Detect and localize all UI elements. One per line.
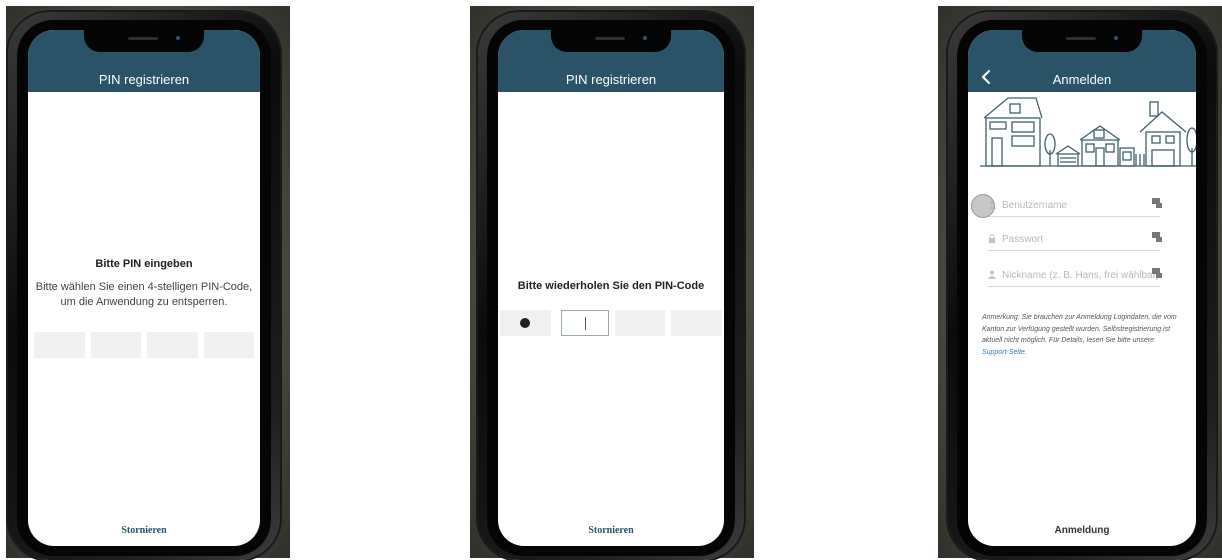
username-field[interactable]: Benutzername [988, 196, 1162, 217]
username-placeholder: Benutzername [1002, 200, 1068, 211]
notch [84, 30, 204, 52]
notch [1022, 30, 1142, 52]
cancel-button[interactable]: Stornieren [28, 525, 260, 536]
password-placeholder: Passwort [1002, 234, 1044, 245]
prompt-description: Bitte wählen Sie einen 4-stelligen PIN-C… [35, 281, 253, 308]
nickname-field[interactable]: Nickname (z. B. Hans, frei wählbar) [988, 266, 1162, 287]
phone-frame: PIN registrieren Bitte wiederholen Sie d… [478, 12, 744, 560]
pin-digit-box[interactable] [671, 310, 723, 336]
login-button[interactable]: Anmeldung [968, 525, 1196, 536]
header-title: Anmelden [1052, 72, 1112, 87]
pin-digit-box[interactable] [34, 332, 85, 358]
support-page-link[interactable]: Support-Seite [982, 349, 1025, 356]
lock-icon [989, 234, 995, 243]
screen-pin-register: PIN registrieren Bitte PIN eingeben Bitt… [28, 30, 260, 546]
touch-indicator [971, 194, 995, 218]
pin-filled-dot [520, 318, 531, 328]
phone-frame: Anmelden Benutzername Passwort Nickname … [948, 12, 1216, 560]
keyboard-icon[interactable] [1152, 198, 1162, 208]
screen-login: Anmelden Benutzername Passwort Nickname … [968, 30, 1196, 546]
pin-digit-box-filled[interactable] [500, 310, 551, 336]
houses-illustration [980, 97, 1196, 167]
phone-frame: PIN registrieren Bitte PIN eingeben Bitt… [8, 12, 280, 560]
pin-digit-box[interactable] [203, 332, 254, 358]
note-text: Anmerkung: Sie brauchen zur Anmeldung Lo… [982, 314, 1177, 344]
text-caret [584, 317, 586, 330]
password-field[interactable]: Passwort [988, 230, 1162, 251]
pin-input-row [34, 332, 254, 358]
pin-digit-box-active[interactable] [560, 310, 609, 336]
login-note: Anmerkung: Sie brauchen zur Anmeldung Lo… [982, 312, 1182, 358]
notch [551, 30, 671, 52]
header-title: PIN registrieren [98, 72, 190, 87]
pin-digit-box[interactable] [147, 332, 198, 358]
pin-digit-box[interactable] [614, 310, 666, 336]
prompt-title: Bitte PIN eingeben [95, 258, 193, 270]
user-icon [988, 270, 996, 279]
screen-pin-repeat: PIN registrieren Bitte wiederholen Sie d… [498, 30, 724, 546]
keyboard-icon[interactable] [1152, 232, 1162, 242]
pin-input-row [500, 310, 723, 336]
pin-digit-box[interactable] [90, 332, 141, 358]
keyboard-icon[interactable] [1152, 268, 1162, 278]
cancel-button[interactable]: Stornieren [498, 525, 724, 536]
prompt-title: Bitte wiederholen Sie den PIN-Code [517, 280, 705, 292]
nickname-placeholder: Nickname (z. B. Hans, frei wählbar) [1002, 270, 1160, 281]
note-end: . [1024, 348, 1027, 356]
header-title: PIN registrieren [565, 72, 657, 87]
